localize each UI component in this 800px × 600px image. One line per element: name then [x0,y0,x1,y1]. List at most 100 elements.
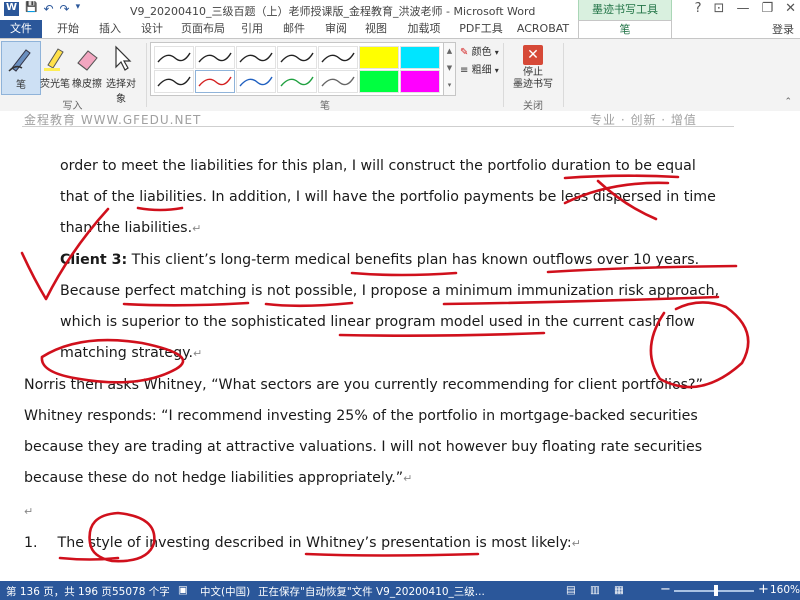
word-count[interactable]: 55078 个字 [112,584,170,599]
eraser-tool-button[interactable]: 橡皮擦 [68,41,106,93]
web-layout-icon[interactable]: ▦ [614,584,624,596]
chevron-down-icon: ▾ [494,48,499,57]
tab-view[interactable]: 视图 [360,20,392,38]
body-line: Whitney responds: “I recommend investing… [24,408,698,424]
body-line: than the liabilities.↵ [60,220,202,236]
zoom-out-button[interactable]: − [660,582,671,597]
page-count[interactable]: 第 136 页，共 196 页 [6,584,112,599]
word-logo-icon: W [4,2,20,16]
close-icon[interactable]: ✕ [785,1,796,16]
autosave-status: 正在保存"自动恢复"文件 V9_20200410_三级... [258,586,485,598]
highlighter-swatch-cyan[interactable] [400,46,440,69]
context-tool-group: 墨迹书写工具 [578,0,672,20]
status-bar: 第 136 页，共 196 页 55078 个字 ▣ 中文(中国) 正在保存"自… [0,581,800,600]
pen-swatch[interactable] [236,46,276,69]
minimize-icon[interactable]: — [736,1,749,16]
collapse-ribbon-icon[interactable]: ⌃ [784,97,792,107]
body-line: because these do not hedge liabilities a… [24,470,413,486]
pen-swatch[interactable] [277,46,317,69]
customize-qat-icon[interactable]: ▾ [76,2,81,16]
underline-whitneys-presentation [304,552,480,557]
pen-color-icon: ✎ [460,47,469,58]
stop-inking-button[interactable]: ✕ 停止 墨迹书写 [508,41,558,95]
print-layout-icon[interactable]: ▥ [590,584,600,596]
redo-icon[interactable]: ↷ [60,2,70,16]
underline-duration [563,174,680,180]
pen-thickness-button[interactable]: ≡ 粗细 ▾ [460,61,499,76]
title-bar: W 💾 ↶ ↷ ▾ V9_20200410_三级百题（上）老师授课版_金程教育_… [0,0,800,21]
tab-addins[interactable]: 加载项 [402,20,446,38]
highlighter-swatch-yellow[interactable] [359,46,399,69]
highlighter-swatch-green[interactable] [359,70,399,93]
zoom-level[interactable]: 160% [770,584,800,596]
window-controls: ? ⊡ — ❐ ✕ [695,1,796,16]
tab-insert[interactable]: 插入 [94,20,126,38]
language-indicator[interactable]: 中文(中国) [200,584,250,599]
close-group-label: 关闭 [523,101,543,112]
zoom-in-button[interactable]: + [758,582,769,597]
body-line: because they are trading at attractive v… [24,439,703,455]
chevron-down-icon: ▾ [494,66,499,75]
tab-mailings[interactable]: 邮件 [278,20,310,38]
save-icon[interactable]: 💾 [25,2,37,16]
highlighter-icon [44,48,64,71]
underline-perfect-matching [122,301,250,307]
pen-swatch-blue[interactable] [236,70,276,93]
body-line: matching strategy.↵ [60,345,203,361]
body-line: Client 3: This client’s long-term medica… [60,252,700,268]
body-line: order to meet the liabilities for this p… [60,158,696,174]
ribbon-display-icon[interactable]: ⊡ [714,1,725,16]
pen-color-button[interactable]: ✎ 颜色 ▾ [460,43,499,58]
tab-file[interactable]: 文件 [0,20,42,38]
pen-style-gallery [150,42,444,96]
select-objects-button[interactable]: 选择对象 [102,41,140,105]
pen-swatch-red[interactable] [195,70,235,93]
pen-thickness-label: 粗细 [471,65,492,76]
zoom-slider-thumb[interactable] [714,585,718,596]
gallery-scroll[interactable]: ▲ ▼ ▾ [443,42,456,96]
group-separator [563,43,564,107]
close-ink-icon: ✕ [523,45,543,65]
highlighter-swatch-magenta[interactable] [400,70,440,93]
undo-icon[interactable]: ↶ [43,2,53,16]
quick-access-toolbar: W 💾 ↶ ↷ ▾ [4,2,80,16]
help-icon[interactable]: ? [695,1,702,16]
tab-home[interactable]: 开始 [52,20,84,38]
cursor-arrow-icon [115,45,132,71]
pen-swatch-green[interactable] [277,70,317,93]
proofing-icon[interactable]: ▣ [178,584,188,596]
pen-swatch[interactable] [195,46,235,69]
underline-question [58,556,120,561]
underline-not-possible [264,301,354,308]
pen-tool-button[interactable]: 笔 [1,41,41,95]
tab-acrobat[interactable]: ACROBAT [514,20,572,38]
pen-swatch[interactable] [318,46,358,69]
underline-liabilities [136,206,184,212]
tab-page-layout[interactable]: 页面布局 [176,20,230,38]
body-line: Because perfect matching is not possible… [60,283,720,299]
pen-tool-label: 笔 [16,80,26,91]
tab-pdf-tools[interactable]: PDF工具 [456,20,506,38]
tab-design[interactable]: 设计 [136,20,168,38]
ribbon-tabs: 文件 开始 插入 设计 页面布局 引用 邮件 审阅 视图 加载项 PDF工具 A… [0,20,800,39]
restore-icon[interactable]: ❐ [761,1,773,16]
pen-swatch-gray[interactable] [318,70,358,93]
tab-review[interactable]: 审阅 [320,20,352,38]
header-rule [22,126,734,127]
write-group-label: 写入 [62,101,83,112]
pen-swatch[interactable] [154,46,194,69]
body-line: which is superior to the sophisticated l… [60,314,695,330]
group-separator [503,43,504,107]
tab-pen[interactable]: 笔 [578,20,672,39]
read-mode-icon[interactable]: ▤ [566,584,576,596]
login-link[interactable]: 登录 [772,21,794,37]
document-area[interactable]: 金程教育 WWW.GFEDU.NET 专业 · 创新 · 增值 order to… [0,111,800,581]
tab-references[interactable]: 引用 [236,20,268,38]
eraser-tool-label: 橡皮擦 [72,79,102,90]
group-separator [146,43,147,107]
highlighter-tool-label: 荧光笔 [40,79,70,90]
pen-swatch[interactable] [154,70,194,93]
pen-color-label: 颜色 [471,47,492,58]
document-title: V9_20200410_三级百题（上）老师授课版_金程教育_洪波老师 - Mic… [130,5,536,18]
pen-group-label: 笔 [320,101,330,112]
